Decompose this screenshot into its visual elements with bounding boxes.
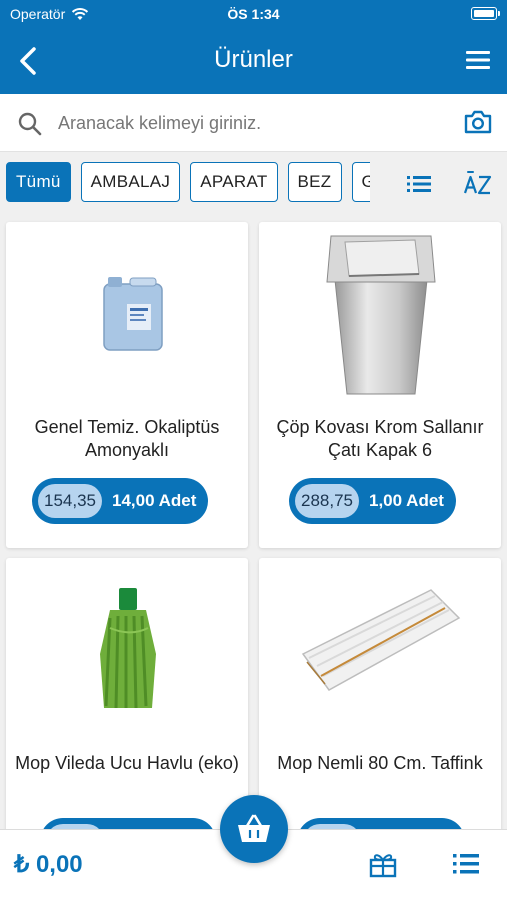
search-bar bbox=[0, 94, 507, 152]
hamburger-menu-icon[interactable] bbox=[465, 48, 491, 72]
product-image-dust-mop bbox=[301, 589, 461, 691]
product-card[interactable]: Genel Temiz. Okaliptüs Amonyaklı 154,35 … bbox=[6, 222, 248, 548]
camera-icon[interactable] bbox=[463, 108, 493, 136]
product-name: Mop Nemli 80 Cm. Taffink bbox=[277, 753, 483, 773]
product-quantity: 1,00 Adet bbox=[369, 491, 444, 510]
category-chip-aparat[interactable]: APARAT bbox=[190, 162, 278, 202]
sort-az-icon[interactable] bbox=[464, 168, 492, 198]
basket-button[interactable] bbox=[220, 795, 288, 863]
product-price: 154,35 bbox=[38, 484, 102, 518]
product-name: Çöp Kovası Krom Sallanır Çatı Kapak 6 bbox=[276, 417, 484, 460]
basket-icon bbox=[238, 814, 270, 842]
gift-icon[interactable] bbox=[368, 850, 398, 878]
product-image-cleaner-canister bbox=[103, 277, 163, 351]
product-image-mop-head bbox=[100, 588, 156, 709]
category-chip-g[interactable]: G bbox=[351, 162, 370, 202]
category-filter-bar: Tümü AMBALAJ APARAT BEZ G bbox=[0, 152, 507, 212]
category-chip-all[interactable]: Tümü bbox=[6, 162, 71, 202]
category-chip-ambalaj[interactable]: AMBALAJ bbox=[80, 162, 181, 202]
nav-bar: Ürünler bbox=[0, 28, 507, 94]
search-icon bbox=[18, 112, 42, 136]
search-input[interactable] bbox=[58, 106, 438, 140]
category-chip-bez[interactable]: BEZ bbox=[287, 162, 342, 202]
list-icon[interactable] bbox=[452, 852, 480, 876]
app-header: Operatör ÖS 1:34 Ürünler bbox=[0, 0, 507, 94]
product-price: 288,75 bbox=[295, 484, 359, 518]
list-view-icon[interactable] bbox=[406, 174, 432, 194]
battery-icon bbox=[471, 7, 500, 20]
product-name: Genel Temiz. Okaliptüs Amonyaklı bbox=[34, 417, 220, 460]
product-card[interactable]: Çöp Kovası Krom Sallanır Çatı Kapak 6 28… bbox=[259, 222, 501, 548]
status-time: ÖS 1:34 bbox=[227, 6, 280, 22]
price-quantity-pill[interactable]: 288,75 1,00 Adet bbox=[289, 478, 456, 524]
status-bar: Operatör ÖS 1:34 bbox=[0, 0, 507, 28]
product-image-trash-can bbox=[326, 235, 436, 395]
product-quantity: 14,00 Adet bbox=[112, 491, 197, 510]
product-name: Mop Vileda Ucu Havlu (eko) bbox=[15, 753, 239, 773]
category-chips: Tümü AMBALAJ APARAT BEZ G bbox=[6, 162, 370, 204]
cart-total: ₺ 0,00 bbox=[14, 851, 83, 878]
page-title: Ürünler bbox=[214, 46, 293, 73]
price-quantity-pill[interactable]: 154,35 14,00 Adet bbox=[32, 478, 209, 524]
